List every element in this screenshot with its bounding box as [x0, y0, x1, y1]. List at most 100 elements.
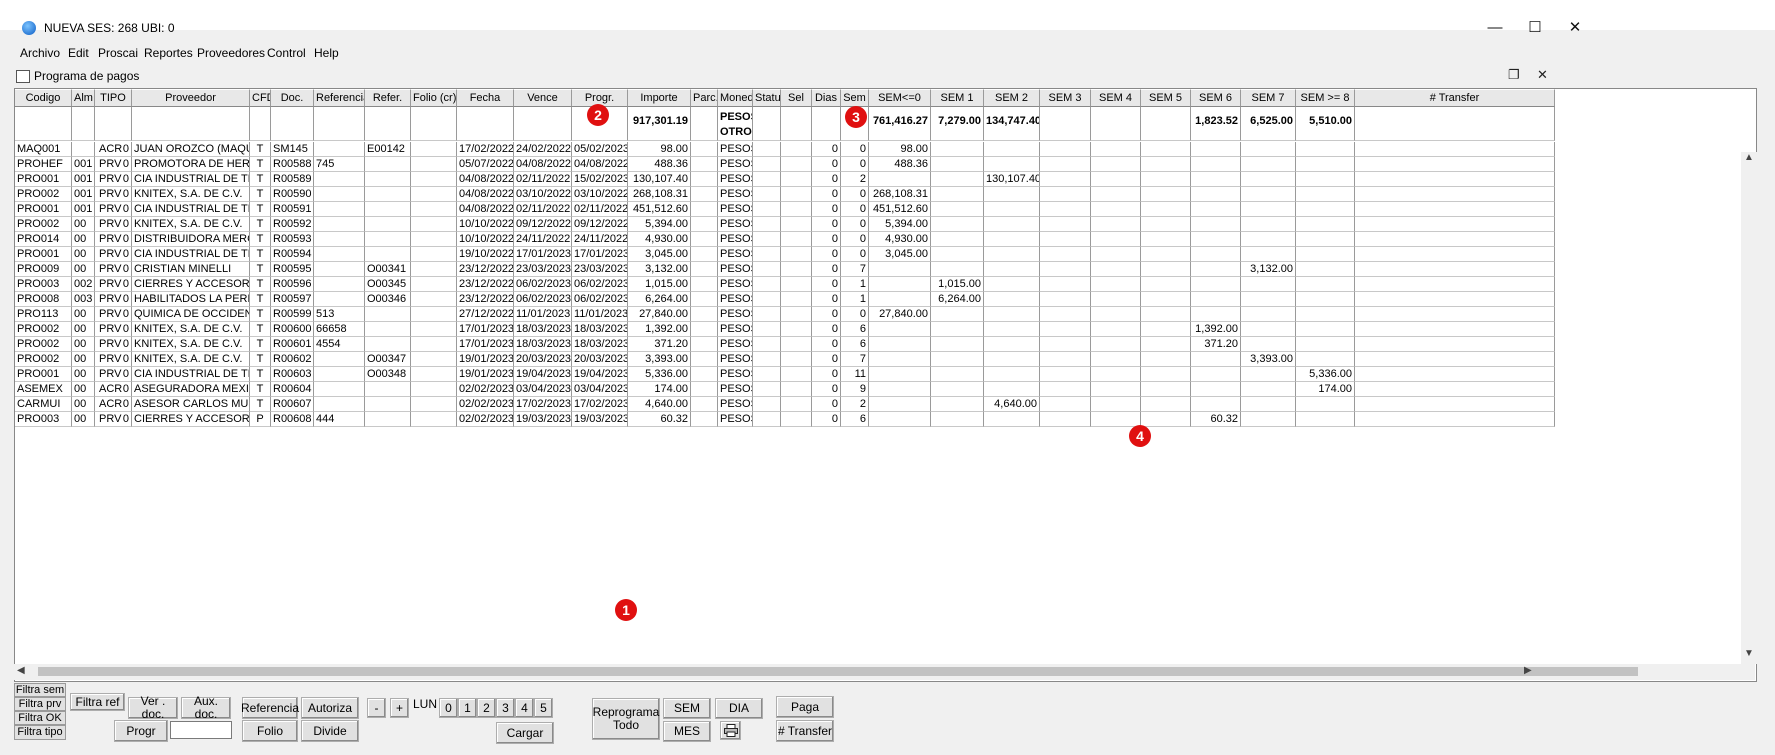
cell-sem-5[interactable] [1141, 337, 1191, 352]
payments-grid[interactable]: CodigoAlm.TIPOProveedorCFDDoc.Referencia… [14, 88, 1757, 682]
cell-status[interactable] [753, 412, 781, 427]
cell-sem-4[interactable] [1091, 367, 1141, 382]
cell-referencia[interactable]: 513 [314, 307, 365, 322]
cell-sel[interactable] [781, 262, 812, 277]
cell-vence[interactable]: 03/04/2023 [514, 382, 572, 397]
cell-importe[interactable]: 3,132.00 [628, 262, 691, 277]
cell-alm[interactable]: 00 [72, 397, 95, 412]
cell-sem-1[interactable] [931, 352, 984, 367]
cell-folio-cr[interactable] [411, 142, 457, 157]
cell-sem-6[interactable] [1191, 352, 1241, 367]
cell-importe[interactable]: 130,107.40 [628, 172, 691, 187]
cell-sem-4[interactable] [1091, 337, 1141, 352]
cell-progr[interactable]: 04/08/2022 [572, 157, 628, 172]
cell-sem-6[interactable] [1191, 367, 1241, 382]
scroll-right-icon[interactable]: ▶ [1524, 665, 1532, 676]
cell-refer[interactable] [365, 337, 411, 352]
cell-folio-cr[interactable] [411, 412, 457, 427]
cell-transfer[interactable] [1355, 262, 1555, 277]
cell-sem-le-0[interactable]: 5,394.00 [869, 217, 931, 232]
cell-sem[interactable]: 0 [841, 142, 869, 157]
cell-sem-7[interactable] [1241, 217, 1296, 232]
cell-sem-ge-8[interactable] [1296, 307, 1355, 322]
column-header-referencia[interactable]: Referencia [314, 89, 365, 107]
cell-sem-2[interactable] [984, 382, 1040, 397]
cell-doc[interactable]: R00595 [271, 262, 314, 277]
cell-parc[interactable] [691, 382, 718, 397]
cell-moneda[interactable]: PESOS [718, 412, 753, 427]
cell-proveedor[interactable]: CIA INDUSTRIAL DE TELA: [132, 172, 250, 187]
cell-proveedor[interactable]: PROMOTORA DE HERRAI [132, 157, 250, 172]
plus-button[interactable]: + [390, 698, 409, 718]
cell-folio-cr[interactable] [411, 277, 457, 292]
cell-doc[interactable]: R00599 [271, 307, 314, 322]
cell-sem[interactable]: 0 [841, 202, 869, 217]
cell-progr[interactable]: 03/10/2022 [572, 187, 628, 202]
cell-parc[interactable] [691, 367, 718, 382]
cell-sem-6[interactable] [1191, 382, 1241, 397]
cell-sem-3[interactable] [1040, 367, 1091, 382]
cell-sem-7[interactable] [1241, 187, 1296, 202]
menu-help[interactable]: Help [314, 46, 339, 60]
cell-sem-le-0[interactable] [869, 382, 931, 397]
cell-parc[interactable] [691, 412, 718, 427]
cell-sem-2[interactable] [984, 247, 1040, 262]
cell-transfer[interactable] [1355, 367, 1555, 382]
column-header-doc[interactable]: Doc. [271, 89, 314, 107]
cell-status[interactable] [753, 142, 781, 157]
cell-progr[interactable]: 17/01/2023 [572, 247, 628, 262]
cell-transfer[interactable] [1355, 337, 1555, 352]
cell-importe[interactable]: 3,045.00 [628, 247, 691, 262]
cell-parc[interactable] [691, 397, 718, 412]
filtra-tipo-button[interactable]: Filtra tipo [14, 725, 66, 740]
cell-doc[interactable]: R00604 [271, 382, 314, 397]
cell-vence[interactable]: 06/02/2023 [514, 277, 572, 292]
cell-progr[interactable]: 05/02/2023 [572, 142, 628, 157]
cell-sem[interactable]: 6 [841, 412, 869, 427]
cell-sem-ge-8[interactable] [1296, 292, 1355, 307]
cell-sem-4[interactable] [1091, 232, 1141, 247]
cell-sel[interactable] [781, 322, 812, 337]
cell-sem[interactable]: 0 [841, 232, 869, 247]
cell-parc[interactable] [691, 292, 718, 307]
cell-status[interactable] [753, 322, 781, 337]
cell-parc[interactable] [691, 247, 718, 262]
cell-referencia[interactable] [314, 292, 365, 307]
close-button[interactable]: ✕ [1555, 14, 1595, 42]
cell-importe[interactable]: 60.32 [628, 412, 691, 427]
cell-sem-1[interactable] [931, 412, 984, 427]
cell-sem-5[interactable] [1141, 397, 1191, 412]
column-header-transfer[interactable]: # Transfer [1355, 89, 1555, 107]
cell-sem-2[interactable] [984, 322, 1040, 337]
cell-fecha[interactable]: 02/02/2023 [457, 397, 514, 412]
cell-transfer[interactable] [1355, 292, 1555, 307]
cell-sem[interactable]: 11 [841, 367, 869, 382]
print-button[interactable] [720, 721, 741, 740]
day-button-4[interactable]: 4 [515, 698, 534, 718]
cell-sem-ge-8[interactable]: 174.00 [1296, 382, 1355, 397]
cell-sem-le-0[interactable]: 268,108.31 [869, 187, 931, 202]
column-header-folio-cr[interactable]: Folio (cr) [411, 89, 457, 107]
cell-vence[interactable]: 17/01/2023 [514, 247, 572, 262]
cell-sem-3[interactable] [1040, 157, 1091, 172]
cell-sem-3[interactable] [1040, 262, 1091, 277]
column-header-parc[interactable]: Parc. [691, 89, 718, 107]
cell-sem-6[interactable] [1191, 142, 1241, 157]
menu-reportes[interactable]: Reportes [144, 46, 193, 60]
menu-proscai[interactable]: Proscai [98, 46, 138, 60]
column-header-sem-2[interactable]: SEM 2 [984, 89, 1040, 107]
column-header-sem-4[interactable]: SEM 4 [1091, 89, 1141, 107]
cell-sem-7[interactable] [1241, 232, 1296, 247]
cell-parc[interactable] [691, 157, 718, 172]
cell-transfer[interactable] [1355, 352, 1555, 367]
cell-refer[interactable] [365, 412, 411, 427]
cell-vence[interactable]: 24/11/2022 [514, 232, 572, 247]
cell-progr[interactable]: 09/12/2022 [572, 217, 628, 232]
cell-alm[interactable]: 00 [72, 352, 95, 367]
cell-referencia[interactable] [314, 262, 365, 277]
cell-sem-ge-8[interactable] [1296, 187, 1355, 202]
cell-sem-6[interactable] [1191, 187, 1241, 202]
cell-progr[interactable]: 24/11/2022 [572, 232, 628, 247]
cell-proveedor[interactable]: KNITEX, S.A. DE C.V. [132, 187, 250, 202]
cell-doc[interactable]: R00596 [271, 277, 314, 292]
